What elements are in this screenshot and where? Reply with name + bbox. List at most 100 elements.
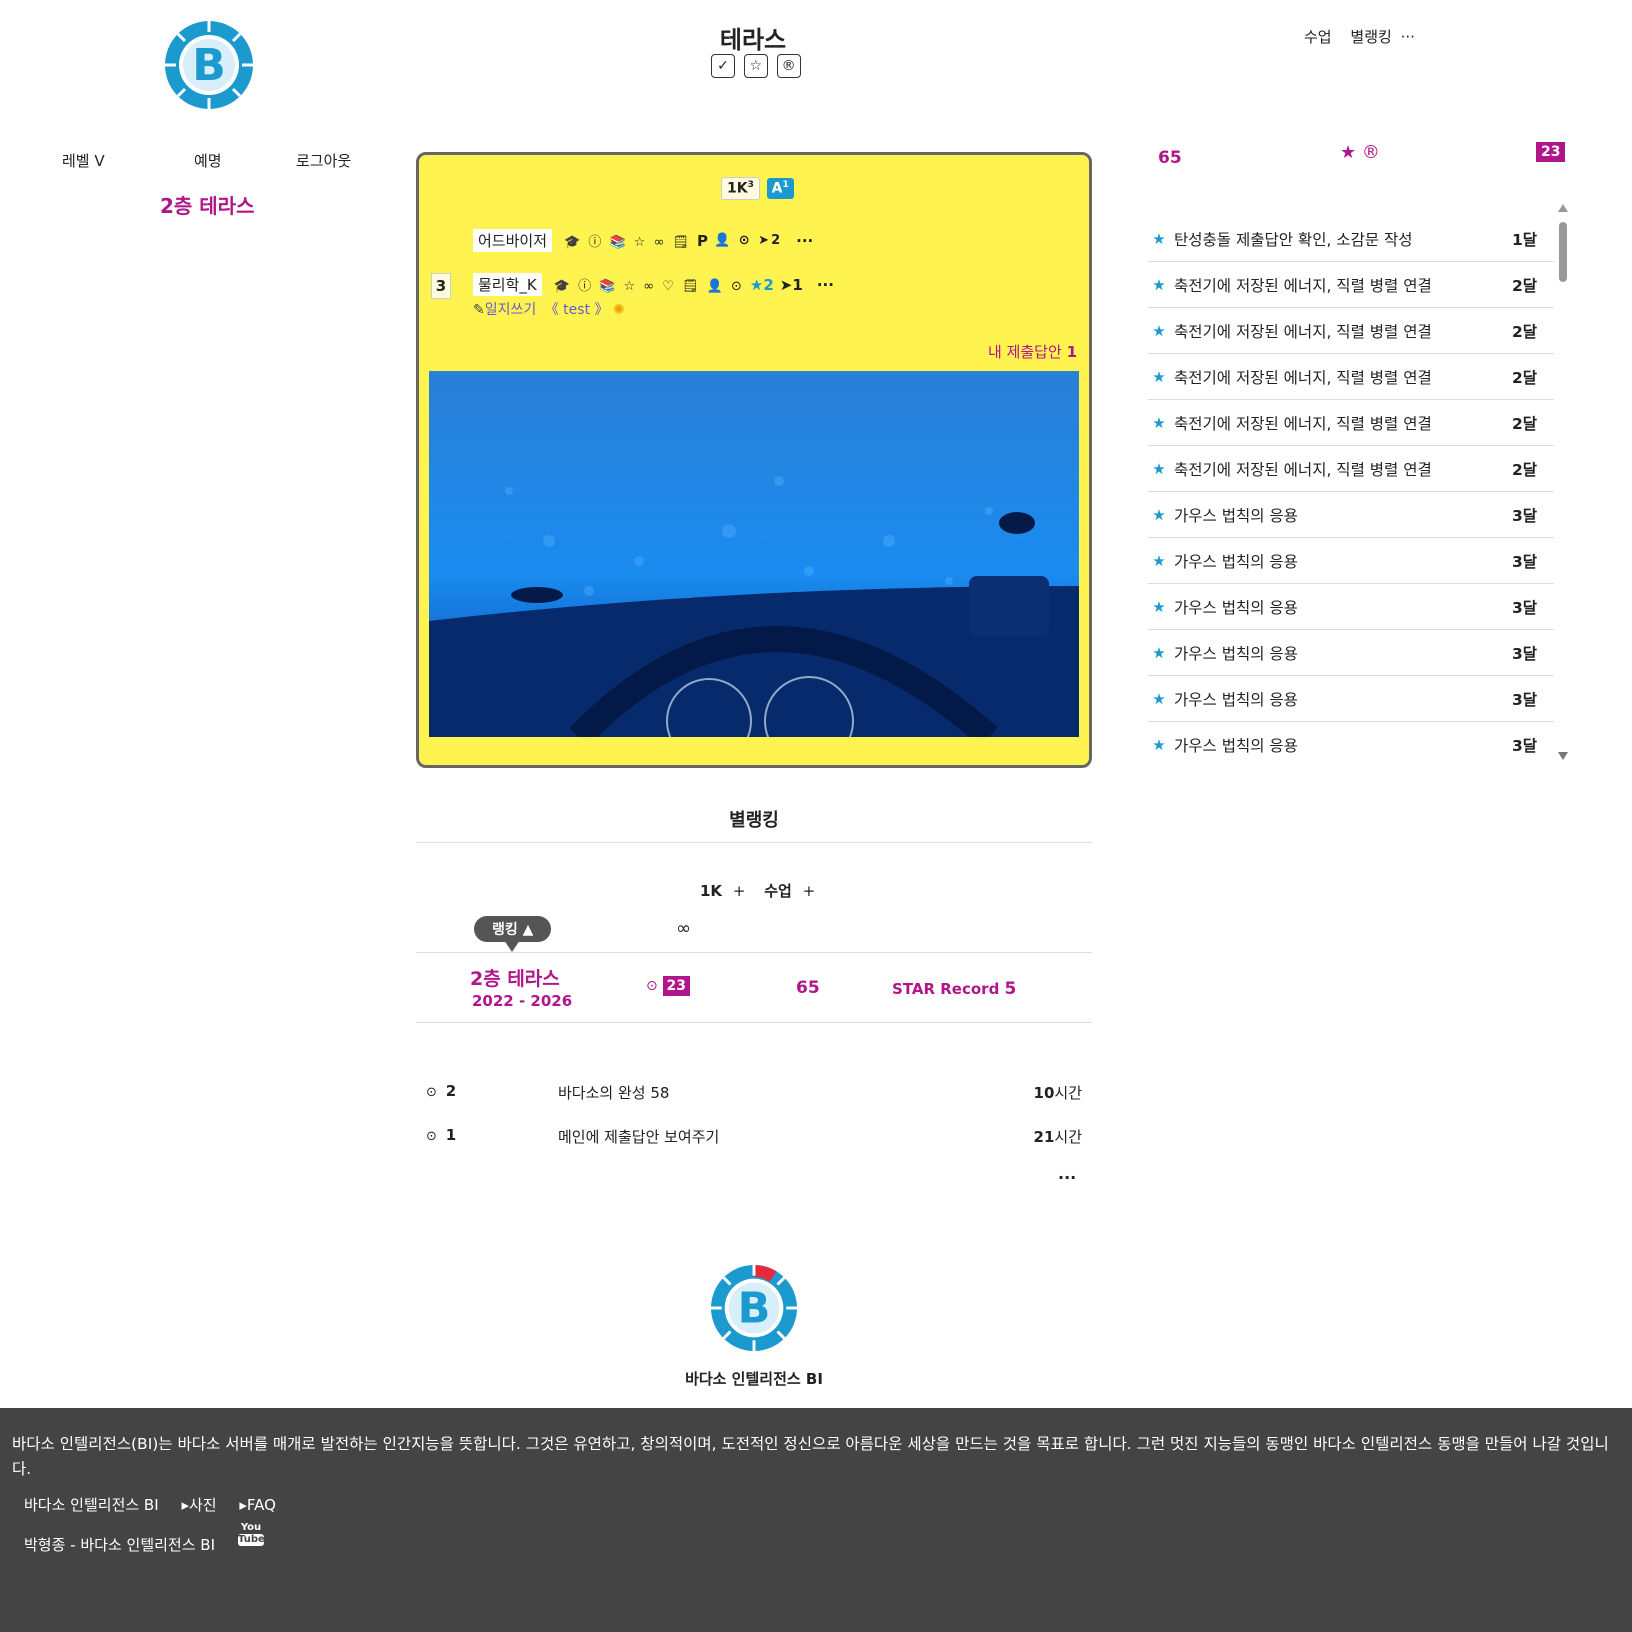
- member-row-physics: 물리학_K 🎓 ⓘ 📚 ☆ ∞ ♡ 🗒 👤 ⊙ ★2 ➤1 ···: [473, 273, 834, 296]
- submission-photo[interactable]: [429, 371, 1079, 737]
- scroll-up-icon[interactable]: [1558, 204, 1568, 212]
- star-icon: ★: [1152, 459, 1166, 478]
- list-scrollbar[interactable]: [1556, 204, 1570, 760]
- star-icon: ★: [1152, 736, 1166, 754]
- badge-1k[interactable]: 1K3: [721, 177, 760, 200]
- right-score: 65: [1158, 148, 1182, 168]
- more-icon[interactable]: ···: [817, 276, 834, 294]
- star-icon: ★: [1152, 413, 1166, 432]
- footer-link-photos[interactable]: ▸사진: [181, 1496, 216, 1514]
- nav-star-ranking[interactable]: 별랭킹: [1350, 28, 1391, 46]
- filter-1k[interactable]: 1K: [700, 882, 722, 900]
- more-icon[interactable]: ···: [796, 232, 813, 250]
- star-icon: ★: [1152, 321, 1166, 340]
- target-icon: ⊙: [426, 1085, 437, 1100]
- list-item[interactable]: ★ 가우스 법칙의 응용 3달: [1148, 538, 1554, 584]
- star-icon: ★: [1152, 597, 1166, 616]
- star-ranking-section: 별랭킹 1K + 수업 + 랭킹 ▲ ∞ 2층 테라스 2022 - 2026 …: [416, 806, 1092, 1026]
- activity-title[interactable]: 메인에 제출답안 보여주기: [558, 1126, 719, 1147]
- footer: 바다소 인텔리전스(BI)는 바다소 서버를 매개로 발전하는 인간지능을 뜻합…: [0, 1408, 1632, 1632]
- footer-description: 바다소 인텔리전스(BI)는 바다소 서버를 매개로 발전하는 인간지능을 뜻합…: [12, 1435, 1609, 1478]
- diary-link[interactable]: ✎일지쓰기 《 test 》 ✺: [473, 299, 625, 319]
- ranking-row-name[interactable]: 2층 테라스: [470, 964, 560, 991]
- my-submissions[interactable]: 내 제출답안 1: [988, 341, 1077, 362]
- ranking-row-record[interactable]: STAR Record 5: [892, 979, 1016, 999]
- star-icon: ★: [1152, 229, 1166, 248]
- target-icon: ⊙: [426, 1129, 437, 1144]
- pencil-icon: ✎: [473, 302, 485, 318]
- plus-icon[interactable]: +: [803, 882, 816, 900]
- star-icon: ★: [1152, 367, 1166, 386]
- activity-more-icon[interactable]: ···: [1058, 1168, 1076, 1187]
- member-status-icons: 🎓 ⓘ 📚 ☆ ∞ ♡ 🗒 👤 ⊙: [553, 279, 744, 294]
- divider: [416, 952, 1092, 953]
- floor-title[interactable]: 2층 테라스: [160, 190, 254, 219]
- star-icon: ★: [1152, 275, 1166, 294]
- registered-icon[interactable]: ®: [1362, 142, 1380, 163]
- list-item[interactable]: ★ 가우스 법칙의 응용 3달: [1148, 630, 1554, 676]
- main-card: 1K3 A1 어드바이저 🎓 ⓘ 📚 ☆ ∞ 🗒 P 👤 ⊙ ➤2 ··· 3 …: [416, 152, 1092, 768]
- menu-level[interactable]: 레벨 V: [62, 150, 105, 171]
- footer-link-faq[interactable]: ▸FAQ: [239, 1496, 276, 1514]
- member-tail-icons: 👤 ⊙ ➤2: [714, 233, 783, 248]
- site-logo[interactable]: B: [164, 20, 254, 110]
- list-item[interactable]: ★ 축전기에 저장된 에너지, 직렬 병렬 연결 2달: [1148, 354, 1554, 400]
- svg-text:B: B: [192, 40, 226, 91]
- activity-row[interactable]: ⊙ 1 메인에 제출답안 보여주기 21시간: [426, 1126, 1082, 1150]
- svg-text:B: B: [738, 1284, 771, 1334]
- badge-a[interactable]: A1: [766, 178, 794, 199]
- member-name[interactable]: 어드바이저: [473, 229, 553, 252]
- list-item[interactable]: ★ 가우스 법칙의 응용 3달: [1148, 722, 1554, 768]
- right-count-badge[interactable]: 23: [1536, 142, 1566, 162]
- ranking-row-years: 2022 - 2026: [472, 992, 573, 1010]
- badge-row: 1K3 A1: [721, 177, 794, 200]
- scroll-down-icon[interactable]: [1558, 752, 1568, 760]
- list-item[interactable]: ★ 축전기에 저장된 에너지, 직렬 병렬 연결 2달: [1148, 446, 1554, 492]
- footer-author[interactable]: 박형종 - 바다소 인텔리전스 BI: [24, 1534, 215, 1555]
- star-outline-icon[interactable]: ☆: [743, 54, 768, 78]
- star-filled-icon[interactable]: ★: [1340, 142, 1356, 163]
- filter-class[interactable]: 수업: [764, 882, 792, 900]
- member-name[interactable]: 물리학_K: [473, 273, 542, 296]
- menu-nickname[interactable]: 예명: [194, 150, 222, 171]
- star-icon: ★: [1152, 505, 1166, 524]
- ranking-row-score: 65: [796, 978, 820, 998]
- list-item[interactable]: ★ 축전기에 저장된 에너지, 직렬 병렬 연결 2달: [1148, 308, 1554, 354]
- plus-icon[interactable]: +: [733, 882, 746, 900]
- send-count: ➤1: [779, 275, 803, 294]
- footer-link-brand[interactable]: 바다소 인텔리전스 BI: [24, 1496, 159, 1514]
- star-icon: ★: [1152, 551, 1166, 570]
- list-item[interactable]: ★ 탄성충돌 제출답안 확인, 소감문 작성 1달: [1148, 216, 1554, 262]
- check-icon[interactable]: ✓: [711, 54, 735, 78]
- divider: [416, 842, 1092, 843]
- pill-tail: [504, 940, 520, 952]
- activity-title[interactable]: 바다소의 완성 58: [558, 1082, 669, 1103]
- nav-more[interactable]: ···: [1401, 28, 1415, 46]
- infinity-icon[interactable]: ∞: [676, 918, 691, 939]
- brand-name: 바다소 인텔리전스 BI: [685, 1370, 823, 1388]
- list-item[interactable]: ★ 가우스 법칙의 응용 3달: [1148, 584, 1554, 630]
- divider: [416, 1022, 1092, 1023]
- right-icon-group: ★ ®: [1340, 142, 1380, 163]
- ranking-row-badge[interactable]: 23: [662, 976, 690, 996]
- list-item[interactable]: ★ 가우스 법칙의 응용 3달: [1148, 676, 1554, 722]
- registered-icon[interactable]: ®: [776, 54, 801, 78]
- activity-row[interactable]: ⊙ 2 바다소의 완성 58 10시간: [426, 1082, 1082, 1106]
- top-nav: 수업 별랭킹 ···: [1290, 26, 1415, 47]
- menu-logout[interactable]: 로그아웃: [296, 150, 351, 171]
- ranking-title: 별랭킹: [729, 810, 779, 831]
- member-number: 3: [431, 273, 451, 299]
- target-icon: ⊙: [646, 978, 658, 994]
- footer-links: 바다소 인텔리전스 BI ▸사진 ▸FAQ: [24, 1494, 276, 1515]
- sparkle-icon: ✺: [612, 302, 625, 318]
- list-item[interactable]: ★ 축전기에 저장된 에너지, 직렬 병렬 연결 2달: [1148, 262, 1554, 308]
- sort-ranking-button[interactable]: 랭킹 ▲: [474, 916, 552, 952]
- star-icon: ★: [1152, 689, 1166, 708]
- brand-logo[interactable]: B: [710, 1264, 798, 1352]
- list-item[interactable]: ★ 축전기에 저장된 에너지, 직렬 병렬 연결 2달: [1148, 400, 1554, 446]
- youtube-icon[interactable]: You Tube: [238, 1522, 265, 1546]
- scroll-thumb[interactable]: [1559, 222, 1567, 282]
- list-item[interactable]: ★ 가우스 법칙의 응용 3달: [1148, 492, 1554, 538]
- nav-class[interactable]: 수업: [1304, 28, 1332, 46]
- page-title: 테라스: [719, 26, 787, 54]
